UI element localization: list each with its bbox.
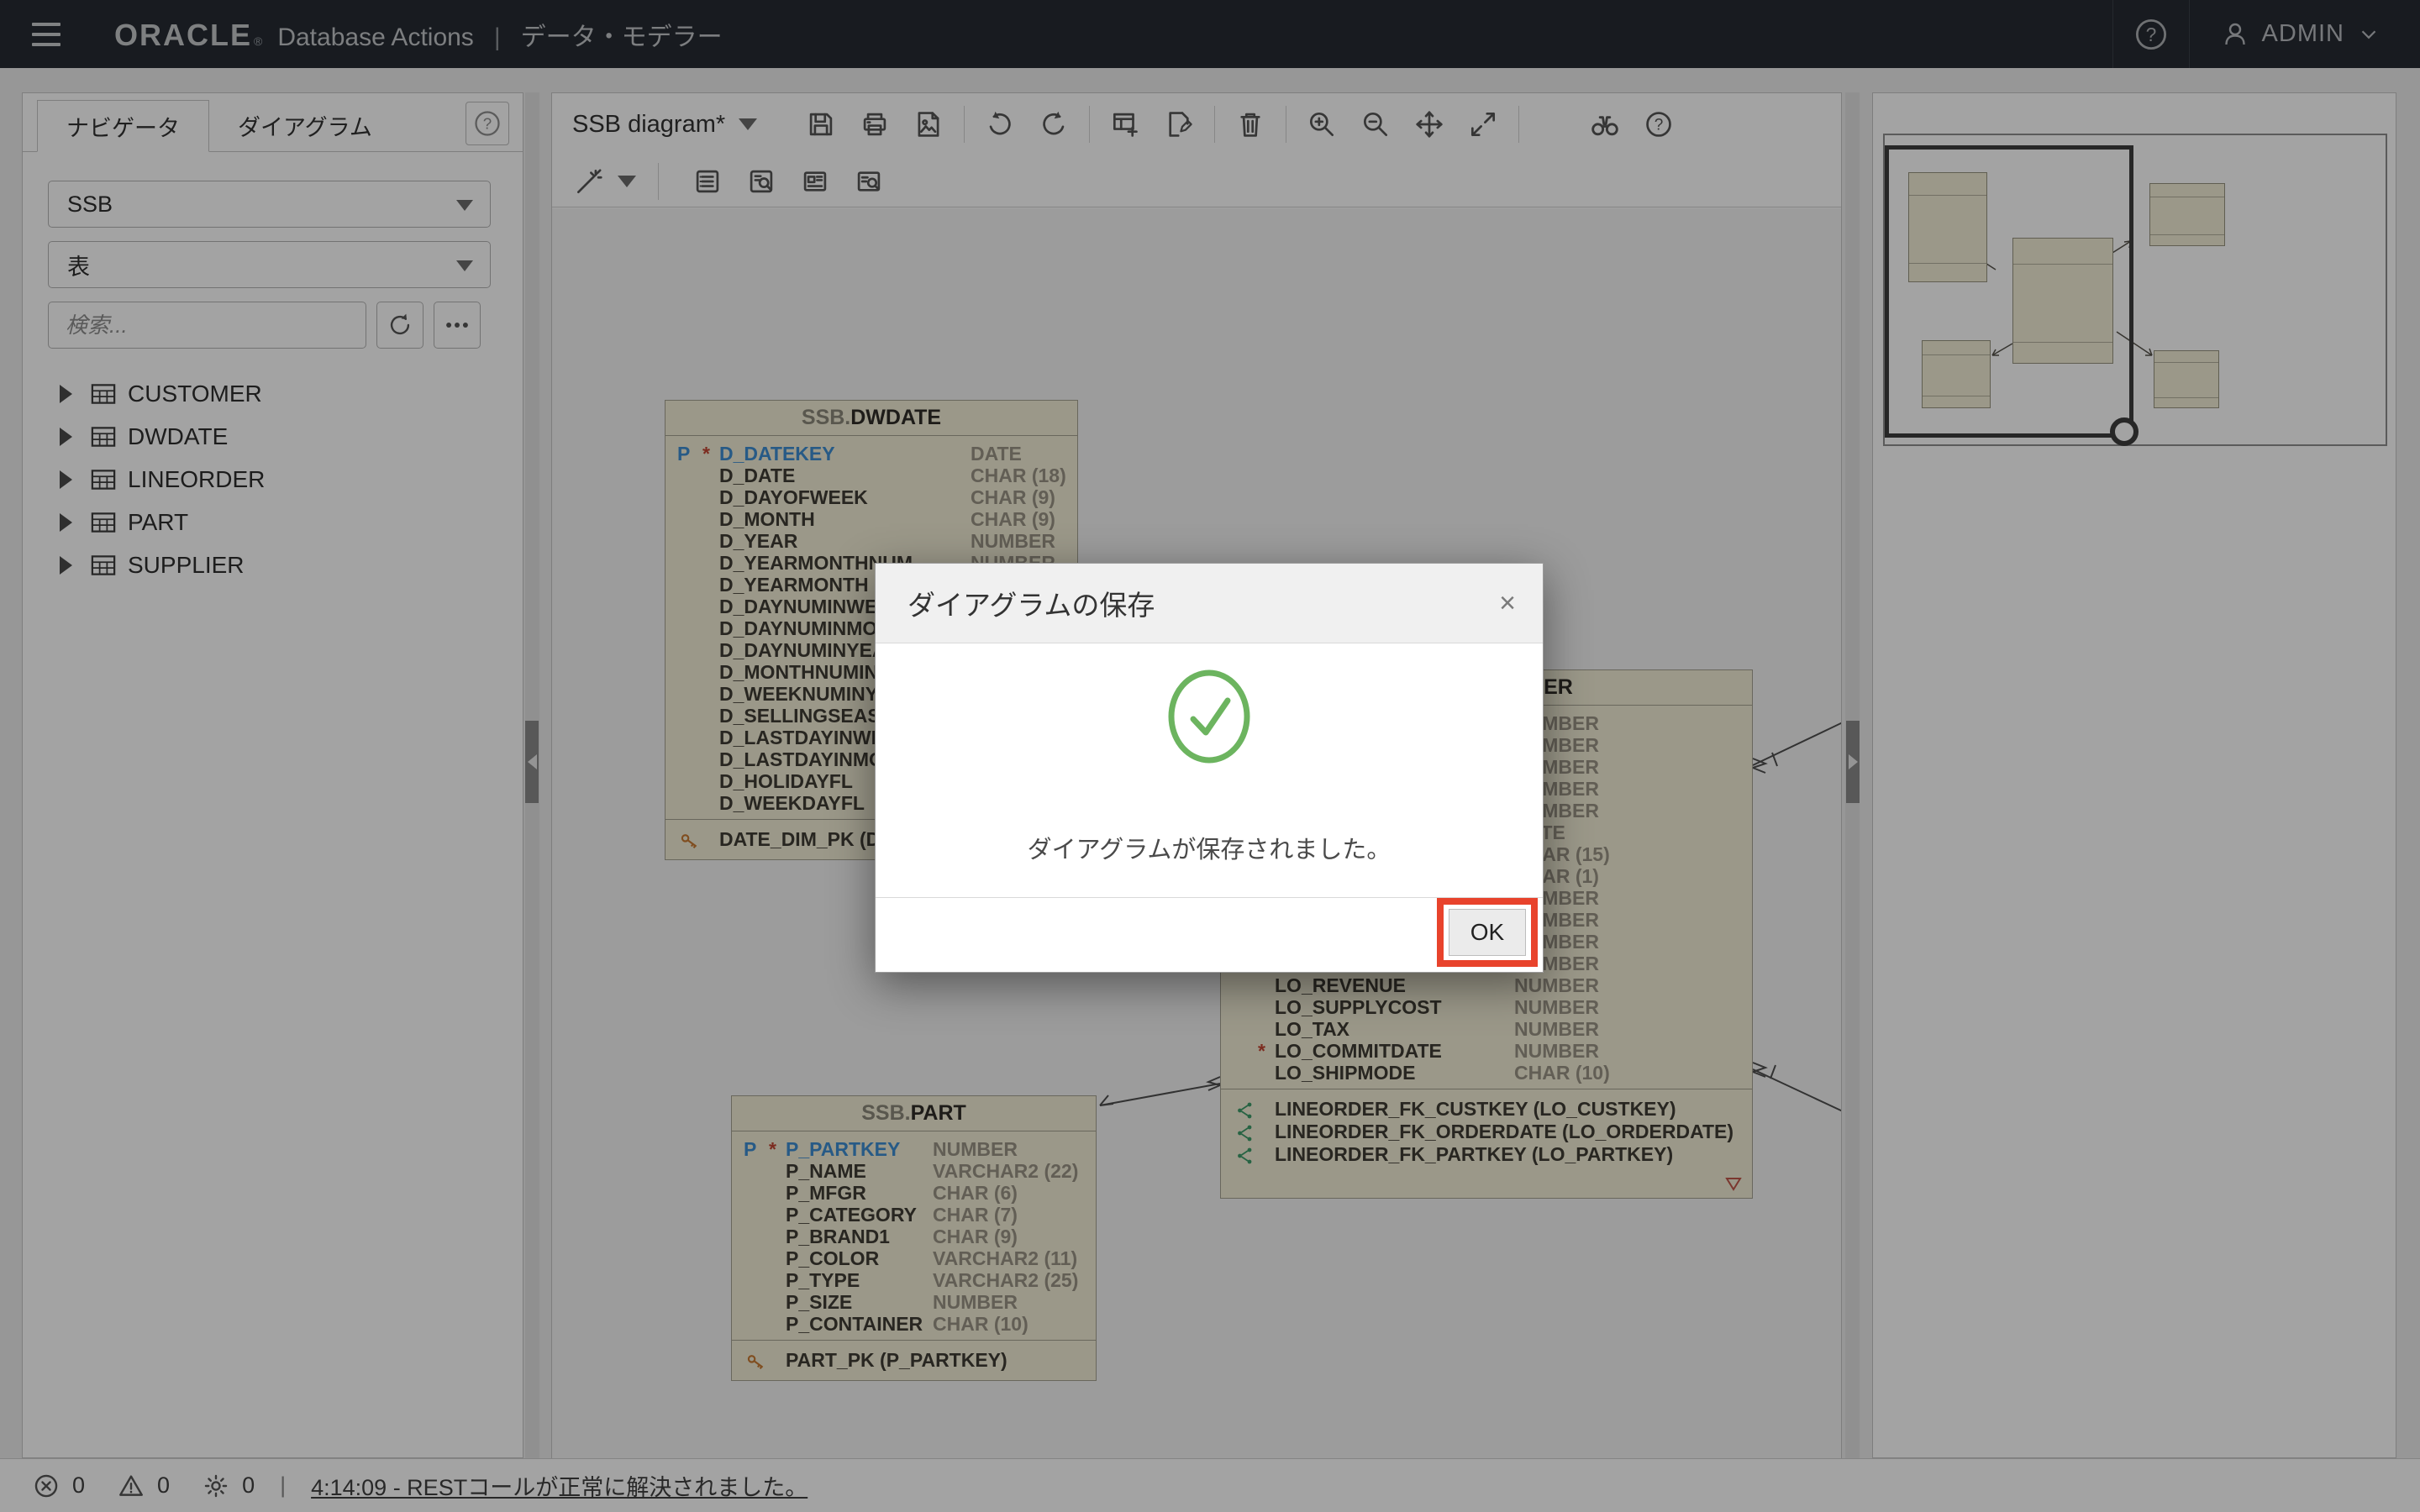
dialog-close-icon[interactable]: × bbox=[1499, 589, 1516, 617]
dialog-header: ダイアグラムの保存 × bbox=[876, 564, 1543, 643]
app-root: ORACLE ® Database Actions | データ・モデラー ? A… bbox=[0, 0, 2420, 1512]
save-diagram-dialog: ダイアグラムの保存 × ダイアグラムが保存されました。 OK bbox=[875, 563, 1544, 973]
dialog-body: ダイアグラムが保存されました。 bbox=[876, 643, 1543, 897]
ok-button[interactable]: OK bbox=[1449, 909, 1526, 956]
dialog-message: ダイアグラムが保存されました。 bbox=[876, 830, 1543, 865]
dialog-footer: OK bbox=[876, 897, 1543, 972]
dialog-title: ダイアグラムの保存 bbox=[908, 583, 1155, 623]
success-check-icon bbox=[1165, 667, 1253, 766]
